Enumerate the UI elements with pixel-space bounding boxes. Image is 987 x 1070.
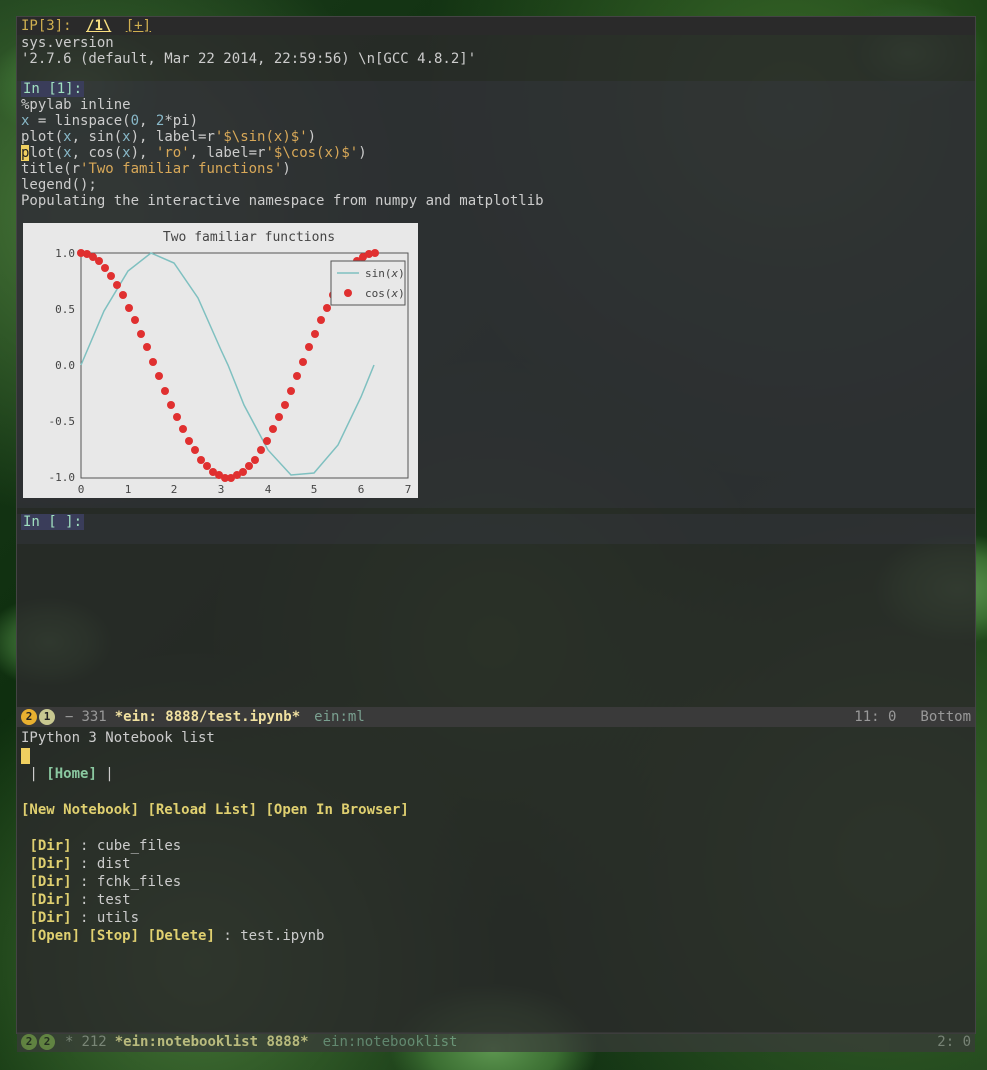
svg-text:0: 0 bbox=[78, 483, 85, 496]
code-line[interactable]: legend(); bbox=[17, 177, 975, 193]
cursor bbox=[21, 748, 30, 764]
tab-active[interactable]: /1\ bbox=[86, 18, 111, 34]
badge-icon: 2 bbox=[39, 1034, 55, 1050]
code-line[interactable]: x = linspace(0, 2*pi) bbox=[17, 113, 975, 129]
buffer-name: *ein: 8888/test.ipynb* bbox=[115, 707, 300, 727]
open-button[interactable]: [Open] bbox=[29, 928, 80, 944]
stop-button[interactable]: [Stop] bbox=[88, 928, 139, 944]
list-item[interactable]: [Dir] : cube_files bbox=[21, 837, 971, 855]
tabbar-label: IP[3]: bbox=[21, 18, 72, 34]
delete-button[interactable]: [Delete] bbox=[147, 928, 214, 944]
list-item[interactable]: [Dir] : fchk_files bbox=[21, 873, 971, 891]
chart-title: Two familiar functions bbox=[163, 230, 335, 245]
cell-prompt: In [ ]: bbox=[21, 514, 84, 530]
emacs-window: IP[3]: /1\ [+] sys.version '2.7.6 (defau… bbox=[16, 16, 976, 1034]
chart-output: Two familiar functions 1.0 0.5 0.0 -0.5 … bbox=[23, 223, 418, 498]
svg-text:4: 4 bbox=[265, 483, 272, 496]
modeline-bottom: 2 2 * 212 *ein:notebooklist 8888* ein:no… bbox=[17, 1032, 975, 1052]
list-item[interactable]: [Open] [Stop] [Delete] : test.ipynb bbox=[21, 927, 971, 945]
code-line[interactable]: plot(x, cos(x), 'ro', label=r'$\cos(x)$'… bbox=[17, 145, 975, 161]
svg-text:sin(x): sin(x) bbox=[365, 267, 405, 280]
cell-1[interactable]: In [1]: %pylab inline x = linspace(0, 2*… bbox=[17, 81, 975, 508]
list-item[interactable]: [Dir] : test bbox=[21, 891, 971, 909]
svg-text:-0.5: -0.5 bbox=[49, 415, 76, 428]
notebook-pane[interactable]: sys.version '2.7.6 (default, Mar 22 2014… bbox=[17, 35, 975, 707]
dir-label[interactable]: [Dir] bbox=[29, 856, 71, 872]
cursor-position: 2: 0 bbox=[937, 1032, 971, 1052]
code-line[interactable]: plot(x, sin(x), label=r'$\sin(x)$') bbox=[17, 129, 975, 145]
reload-list-button[interactable]: [Reload List] bbox=[147, 802, 257, 818]
modeline-top: 2 1 − 331 *ein: 8888/test.ipynb* ein:ml … bbox=[17, 707, 975, 727]
tabbar: IP[3]: /1\ [+] bbox=[17, 17, 975, 35]
svg-text:7: 7 bbox=[405, 483, 412, 496]
code-line[interactable]: title(r'Two familiar functions') bbox=[17, 161, 975, 177]
list-item[interactable]: [Dir] : dist bbox=[21, 855, 971, 873]
svg-text:5: 5 bbox=[311, 483, 318, 496]
major-mode: ein:ml bbox=[314, 707, 365, 727]
sys-version-output: '2.7.6 (default, Mar 22 2014, 22:59:56) … bbox=[17, 51, 975, 67]
svg-text:3: 3 bbox=[218, 483, 225, 496]
dir-label[interactable]: [Dir] bbox=[29, 910, 71, 926]
cursor-position: 11: 0 bbox=[854, 707, 896, 727]
notebooklist-pane[interactable]: IPython 3 Notebook list | [Home] | [New … bbox=[17, 727, 975, 1032]
svg-text:1: 1 bbox=[125, 483, 132, 496]
svg-text:-1.0: -1.0 bbox=[49, 471, 76, 484]
new-notebook-button[interactable]: [New Notebook] bbox=[21, 802, 139, 818]
sys-version-call: sys.version bbox=[17, 35, 975, 51]
svg-text:0.0: 0.0 bbox=[55, 359, 75, 372]
cell-prompt: In [1]: bbox=[21, 81, 84, 97]
badge-icon: 1 bbox=[39, 709, 55, 725]
list-item[interactable]: [Dir] : utils bbox=[21, 909, 971, 927]
cell-empty[interactable]: In [ ]: bbox=[17, 514, 975, 544]
dir-label[interactable]: [Dir] bbox=[29, 838, 71, 854]
dir-label[interactable]: [Dir] bbox=[29, 892, 71, 908]
major-mode: ein:notebooklist bbox=[323, 1032, 458, 1052]
tab-new[interactable]: [+] bbox=[126, 18, 151, 34]
badge-icon: 2 bbox=[21, 1034, 37, 1050]
badge-icon: 2 bbox=[21, 709, 37, 725]
file-name: test.ipynb bbox=[240, 928, 324, 944]
scroll-position: Bottom bbox=[920, 707, 971, 727]
svg-text:0.5: 0.5 bbox=[55, 303, 75, 316]
buffer-name: *ein:notebooklist 8888* bbox=[115, 1032, 309, 1052]
svg-text:cos(x): cos(x) bbox=[365, 287, 405, 300]
svg-text:6: 6 bbox=[358, 483, 365, 496]
svg-text:1.0: 1.0 bbox=[55, 247, 75, 260]
nblist-title: IPython 3 Notebook list bbox=[21, 729, 971, 747]
code-line[interactable]: %pylab inline bbox=[17, 97, 975, 113]
dir-label[interactable]: [Dir] bbox=[29, 874, 71, 890]
cell-output: Populating the interactive namespace fro… bbox=[17, 193, 975, 209]
svg-text:2: 2 bbox=[171, 483, 178, 496]
home-link[interactable]: [Home] bbox=[46, 766, 97, 782]
open-browser-button[interactable]: [Open In Browser] bbox=[265, 802, 408, 818]
